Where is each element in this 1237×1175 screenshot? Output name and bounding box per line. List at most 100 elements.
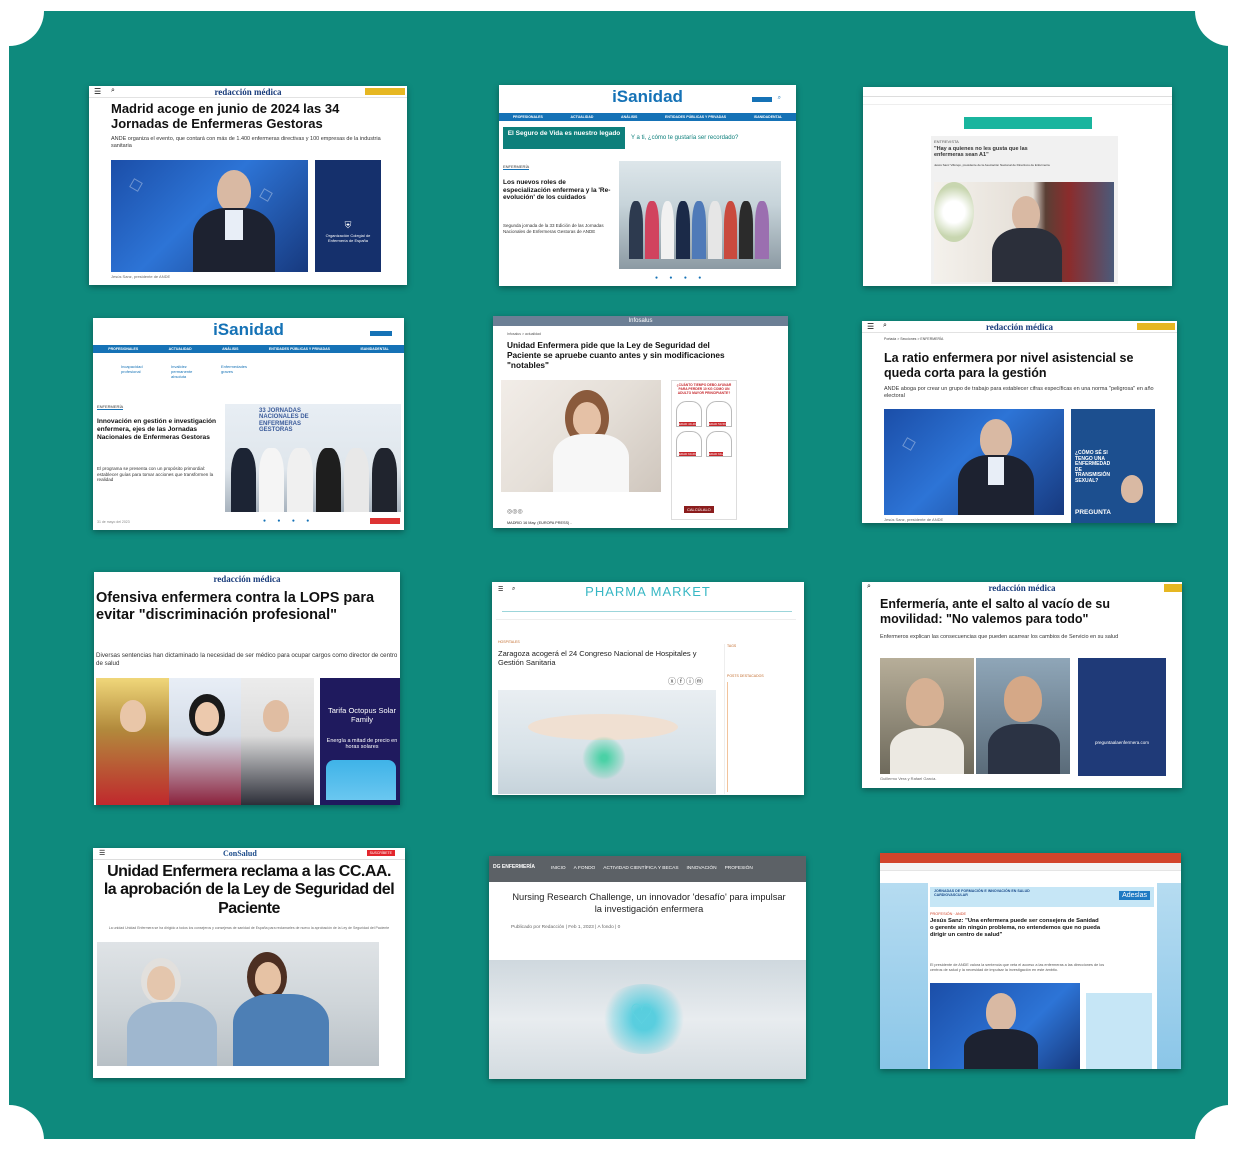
article-title[interactable]: Zaragoza acogerá el 24 Congreso Nacional…: [498, 649, 716, 668]
nav-item[interactable]: A FONDO: [574, 866, 596, 871]
search-icon[interactable]: ⌕: [867, 583, 871, 591]
quick-link[interactable]: Incapacidad profesional: [121, 364, 157, 379]
menu-icon[interactable]: ☰: [94, 87, 101, 96]
article-card-7[interactable]: redacción médica Ofensiva enfermera cont…: [94, 572, 400, 805]
quick-link[interactable]: Invalidez permanente absoluta: [171, 364, 207, 379]
article-card-1[interactable]: ☰ ⌕ redacción médica Madrid acoge en jun…: [89, 86, 407, 285]
search-icon[interactable]: ⌕: [512, 586, 515, 593]
right-ad[interactable]: [1157, 883, 1181, 1069]
site-nav-bar: DG ENFERMERÍA INICIO A FONDO ACTIVIDAD C…: [489, 856, 806, 882]
site-header: ☰ ⌕ redacción médica: [862, 321, 1177, 333]
age-label[interactable]: EDAD 69+: [709, 452, 724, 456]
article-card-6[interactable]: ☰ ⌕ redacción médica Portada > Secciones…: [862, 321, 1177, 523]
left-ad[interactable]: [880, 883, 928, 1069]
article-card-9[interactable]: ⌕ redacción médica Enfermería, ante el s…: [862, 582, 1182, 788]
site-logo[interactable]: ConSalud: [223, 849, 257, 858]
article-card-5[interactable]: Infosalus Infosalus > actualidad Unidad …: [493, 316, 788, 528]
article-title[interactable]: Unidad Enfermera reclama a las CC.AA. la…: [99, 863, 399, 918]
age-label[interactable]: EDAD 40-49: [679, 422, 696, 426]
article-subtitle: ANDE aboga por crear un grupo de trabajo…: [884, 386, 1154, 399]
ad-banner[interactable]: Tarifa Octopus Solar Family Energía a mi…: [320, 678, 400, 805]
article-title[interactable]: Nursing Research Challenge, un innovador…: [509, 892, 789, 915]
sponsor-logo: [370, 518, 400, 524]
search-icon[interactable]: ⌕: [883, 322, 887, 330]
subscribe-button[interactable]: SUSCRÍBETE: [366, 850, 395, 856]
age-label[interactable]: EDAD 50-59: [709, 422, 726, 426]
ad-banner[interactable]: ¿CÓMO SÉ SI TENGO UNA ENFERMEDAD DE TRAN…: [1071, 409, 1155, 523]
article-card-2[interactable]: iSanidad ⌕ PROFESIONALES ACTUALIDAD ANÁL…: [499, 85, 796, 286]
nav-item[interactable]: ENTIDADES PÚBLICAS Y PRIVADAS: [269, 347, 330, 351]
share-icons[interactable]: ⓧⓕⓘⓜ: [668, 676, 704, 687]
nav-item[interactable]: PROFESIÓN: [725, 866, 753, 871]
site-header[interactable]: Infosalus: [493, 316, 788, 326]
nav-item[interactable]: INICIO: [551, 866, 566, 871]
site-logo[interactable]: redacción médica: [214, 87, 281, 97]
nav-item[interactable]: ACTUALIDAD: [169, 347, 192, 351]
article-card-11[interactable]: DG ENFERMERÍA INICIO A FONDO ACTIVIDAD C…: [489, 856, 806, 1079]
article-title[interactable]: Ofensiva enfermera contra la LOPS para e…: [96, 590, 396, 624]
promo-banner[interactable]: El Seguro de Vida es nuestro legado: [503, 127, 625, 149]
article-title[interactable]: La ratio enfermera por nivel asistencial…: [884, 351, 1164, 381]
nav-item[interactable]: ACTUALIDAD: [570, 115, 593, 119]
sub-nav: [496, 616, 796, 620]
nav-item[interactable]: PROFESIONALES: [513, 115, 543, 119]
search-icon[interactable]: ⌕: [778, 95, 781, 102]
article-card-8[interactable]: PHARMA MARKET ☰ ⌕ HOSPITALES Zaragoza ac…: [492, 582, 804, 795]
site-logo[interactable]: PHARMA MARKET: [492, 584, 804, 599]
quick-link[interactable]: Enfermedades graves: [221, 364, 257, 379]
menu-icon[interactable]: ☰: [867, 322, 874, 331]
article-title[interactable]: Unidad Enfermera pide que la Ley de Segu…: [507, 340, 731, 370]
menu-icon[interactable]: ☰: [498, 586, 503, 593]
nav-item[interactable]: PROFESIONALES: [108, 347, 138, 351]
site-logo[interactable]: redacción médica: [213, 574, 280, 584]
article-title[interactable]: Madrid acoge en junio de 2024 las 34 Jor…: [111, 101, 381, 132]
portrait-3: [241, 678, 314, 805]
nav-item[interactable]: ISANIDADENTAL: [360, 347, 388, 351]
article-card-10[interactable]: ☰ ConSalud SUSCRÍBETE Unidad Enfermera r…: [93, 848, 405, 1078]
header-badge[interactable]: [1137, 323, 1175, 330]
article-card-3[interactable]: ENTREVISTA "Hay a quienes no les gusta q…: [863, 87, 1172, 286]
login-button[interactable]: [370, 331, 392, 336]
search-icon[interactable]: ⌕: [111, 87, 115, 95]
login-button[interactable]: [752, 97, 772, 102]
site-nav: [863, 97, 1172, 105]
side-ad[interactable]: [1086, 993, 1152, 1069]
nav-item[interactable]: ACTIVIDAD CIENTÍFICA Y BECAS: [603, 866, 678, 871]
ad-banner[interactable]: preguntaalaenfermera.com: [1078, 658, 1166, 776]
ad-panel[interactable]: ¿CUÁNTO TIEMPO DEBO AYUNAR PARA PERDER 1…: [671, 380, 737, 520]
ad-banner[interactable]: ⛨ Organización Colegial de Enfermería de…: [315, 160, 381, 272]
site-logo[interactable]: redacción médica: [988, 583, 1055, 593]
share-icons[interactable]: ● ● ● ●: [655, 275, 706, 281]
article-title[interactable]: Innovación en gestión e investigación en…: [97, 418, 221, 441]
article-title[interactable]: Jesús Sanz: "Una enfermera puede ser con…: [930, 918, 1102, 938]
article-title[interactable]: "Hay a quienes no les gusta que las enfe…: [934, 146, 1054, 159]
article-card-4[interactable]: iSanidad PROFESIONALES ACTUALIDAD ANÁLIS…: [93, 318, 404, 530]
article-title[interactable]: Los nuevos roles de especialización enfe…: [503, 179, 613, 202]
site-header: redacción médica: [94, 572, 400, 586]
header-badge[interactable]: [1164, 584, 1182, 592]
article-card-12[interactable]: JORNADAS DE FORMACIÓN E INNOVACIÓN EN SA…: [880, 853, 1181, 1069]
site-logo[interactable]: DG ENFERMERÍA: [493, 864, 535, 870]
article-subtitle: Diversas sentencias han dictaminado la n…: [96, 652, 398, 667]
header-badge[interactable]: [365, 88, 405, 95]
top-ad[interactable]: JORNADAS DE FORMACIÓN E INNOVACIÓN EN SA…: [930, 887, 1154, 907]
site-logo[interactable]: iSanidad: [93, 320, 404, 340]
nav-item[interactable]: ISANIDADENTAL: [754, 115, 782, 119]
site-logo[interactable]: redacción médica: [986, 322, 1053, 332]
portrait-2: [168, 678, 242, 805]
tags-heading: TAGS: [727, 644, 737, 648]
ad-button[interactable]: CALCÚLALO: [684, 506, 714, 513]
nav-item[interactable]: ANÁLISIS: [222, 347, 238, 351]
site-header: ☰ ConSalud SUSCRÍBETE: [93, 848, 405, 860]
ad-strip[interactable]: [964, 117, 1092, 129]
menu-icon[interactable]: ☰: [99, 849, 105, 857]
nav-item[interactable]: ENTIDADES PÚBLICAS Y PRIVADAS: [665, 115, 726, 119]
nav-item[interactable]: INNOVACIÓN: [687, 866, 717, 871]
section-label: ENFERMERÍA: [503, 164, 530, 170]
age-label[interactable]: EDAD 60-69: [679, 452, 696, 456]
share-icons[interactable]: ● ● ● ●: [263, 518, 314, 524]
sidebar: TAGS POSTS DESTACADOS: [724, 644, 798, 794]
article-title[interactable]: Enfermería, ante el salto al vacío de su…: [880, 597, 1170, 627]
social-icons[interactable]: ◎◎◎: [507, 508, 523, 515]
nav-item[interactable]: ANÁLISIS: [621, 115, 637, 119]
